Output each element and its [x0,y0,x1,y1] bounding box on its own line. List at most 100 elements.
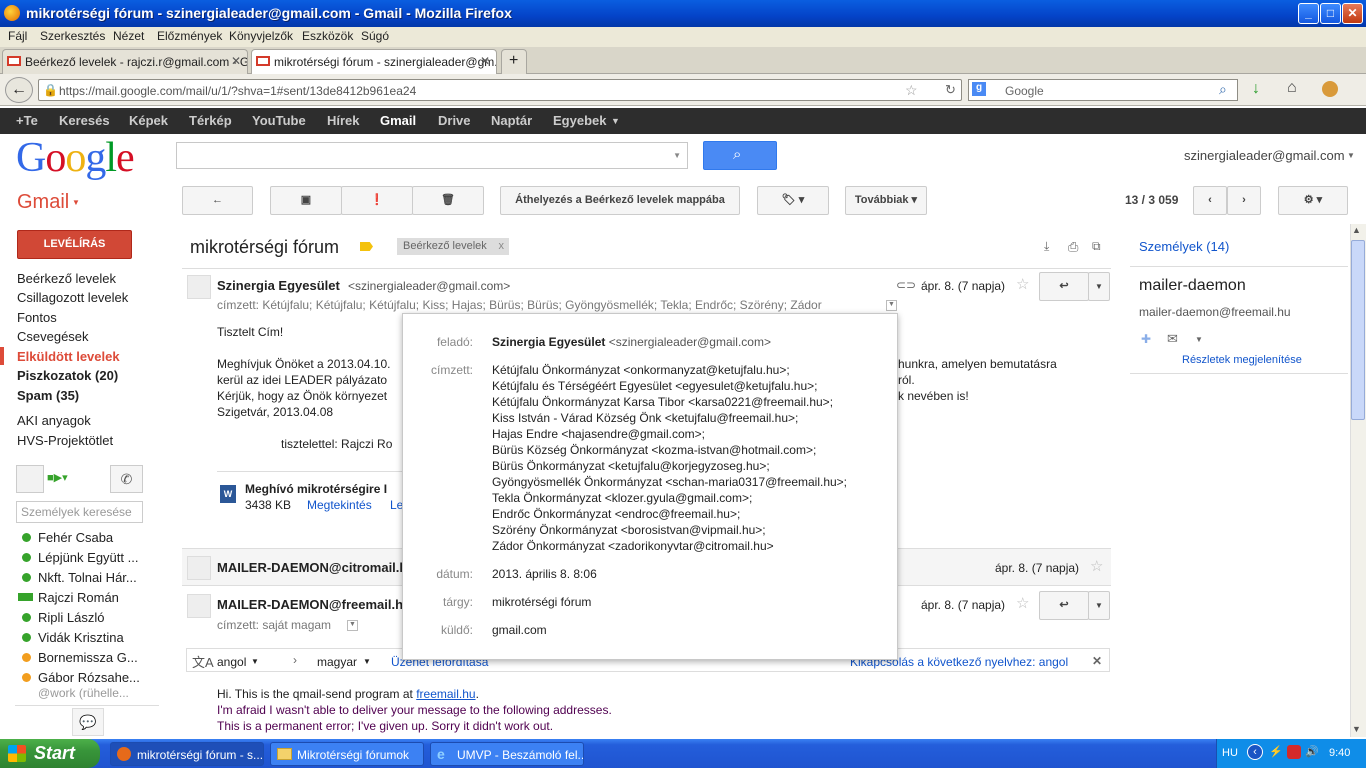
expand-all-icon[interactable]: ⤓ [1044,239,1049,254]
gbar-plus[interactable]: +Te [16,113,38,128]
clock[interactable]: 9:40 [1329,747,1350,759]
menu-help[interactable]: Súgó [361,29,389,43]
search-bar[interactable]: g Google ⌕ [968,79,1238,101]
new-tab-button[interactable]: + [501,49,527,74]
add-to-circles-icon[interactable]: ✚ [1141,332,1151,346]
newer-button[interactable]: ‹ [1193,186,1227,215]
contact-item[interactable]: Lépjünk Együtt ... [38,550,138,565]
more-actions-button[interactable]: ▼ [1088,591,1110,620]
sidebar-item-important[interactable]: Fontos [17,310,57,325]
report-spam-button[interactable]: ❗ [341,186,413,215]
tab-forum[interactable]: mikrotérségi fórum - szinergialeader@gm.… [251,49,497,74]
move-to-inbox-button[interactable]: Áthelyezés a Beérkező levelek mappába [500,186,740,215]
sidebar-item-spam[interactable]: Spam (35) [17,388,79,403]
menu-tools[interactable]: Eszközök [302,29,353,43]
reply-button[interactable]: ↩ [1039,591,1089,620]
star-icon[interactable]: ☆ [1016,594,1029,612]
scrollbar-thumb[interactable] [1351,240,1365,420]
show-details-icon[interactable]: ▼ [886,300,897,311]
contact-item[interactable]: Nkft. Tolnai Hár... [38,570,137,585]
sidebar-item-aki[interactable]: AKI anyagok [17,413,91,428]
sender-name[interactable]: MAILER-DAEMON@freemail.h [217,597,403,612]
reply-button[interactable]: ↩ [1039,272,1089,301]
home-icon[interactable]: ⌂ [1287,79,1297,97]
contact-item[interactable]: Bornemissza G... [38,650,138,665]
network-icon[interactable]: ⚡ [1269,745,1283,758]
taskbar-ie[interactable]: e UMVP - Beszámoló fel... [430,742,584,766]
chevron-down-icon[interactable]: ▼ [1347,151,1355,160]
gbar-drive[interactable]: Drive [438,113,471,128]
close-button[interactable]: ✕ [1342,3,1363,24]
close-tab-icon[interactable]: ✕ [231,54,241,68]
chat-bubble-icon[interactable]: 💬 [72,708,104,736]
sidebar-item-drafts[interactable]: Piszkozatok (20) [17,368,118,383]
menu-file[interactable]: Fájl [8,29,27,43]
sidebar-item-hvs[interactable]: HVS-Projektötlet [17,433,113,448]
tab-inbox[interactable]: Beérkező levelek - rajczi.r@gmail.com - … [2,49,248,74]
gbar-news[interactable]: Hírek [327,113,360,128]
print-icon[interactable]: ⎙ [1068,239,1078,255]
account-email[interactable]: szinergialeader@gmail.com [1184,148,1345,163]
freemail-link[interactable]: freemail.hu [416,687,475,701]
bookmark-star-icon[interactable]: ☆ [905,82,918,99]
mail-search-input[interactable]: ▼ [176,142,688,169]
chevron-down-icon[interactable]: ▼ [1195,335,1203,344]
show-details-link[interactable]: Részletek megjelenítése [1182,354,1302,366]
gbar-youtube[interactable]: YouTube [252,113,306,128]
maximize-button[interactable]: □ [1320,3,1341,24]
search-button[interactable]: ⌕ [703,141,777,170]
minimize-button[interactable]: _ [1298,3,1319,24]
language-indicator[interactable]: HU [1222,747,1238,759]
chevron-down-icon[interactable]: ▼ [673,151,681,160]
chevron-left-icon[interactable]: ‹ [1247,744,1263,760]
menu-edit[interactable]: Szerkesztés [40,29,105,43]
show-details-icon[interactable]: ▼ [347,620,358,631]
settings-button[interactable]: ⚙ ▾ [1278,186,1348,215]
star-icon[interactable]: ☆ [1016,275,1029,293]
close-tab-icon[interactable]: ✕ [480,54,490,68]
download-icon[interactable]: ↓ [1252,80,1260,98]
people-search-input[interactable]: Személyek keresése [16,501,143,523]
contact-item[interactable]: Gábor Rózsahe... [38,670,140,685]
sidebar-item-inbox[interactable]: Beérkező levelek [17,271,116,286]
labels-button[interactable]: 🏷 ▾ [757,186,829,215]
view-attachment-link[interactable]: Megtekintés [307,498,372,512]
more-actions-button[interactable]: ▼ [1088,272,1110,301]
video-status-icon[interactable]: ■▶▾ [47,471,68,484]
gbar-calendar[interactable]: Naptár [491,113,532,128]
avatar[interactable] [16,465,44,493]
sidebar-item-starred[interactable]: Csillagozott levelek [17,290,128,305]
contact-item[interactable]: Fehér Csaba [38,530,113,545]
archive-button[interactable]: ▣ [270,186,342,215]
reload-icon[interactable]: ↻ [945,82,956,98]
addon-icon[interactable] [1322,81,1338,97]
menu-bookmarks[interactable]: Könyvjelzők [229,29,293,43]
start-button[interactable]: Start [0,739,100,768]
search-icon[interactable]: ⌕ [1219,81,1227,98]
more-button[interactable]: Továbbiak ▾ [845,186,927,215]
gbar-gmail[interactable]: Gmail [380,113,416,128]
back-icon[interactable]: ← [5,77,33,103]
taskbar-firefox[interactable]: mikrotérségi fórum - s... [110,742,264,766]
sender-name[interactable]: MAILER-DAEMON@citromail.h [217,560,407,575]
volume-icon[interactable]: 🔊 [1305,745,1319,758]
gbar-search[interactable]: Keresés [59,113,110,128]
gmail-menu[interactable]: Gmail [17,191,69,214]
taskbar-folder[interactable]: Mikrotérségi fórumok [270,742,424,766]
sender-name[interactable]: Szinergia Egyesület [217,278,340,293]
star-icon[interactable]: ☆ [1090,557,1103,575]
importance-marker-icon[interactable] [360,242,373,251]
phone-icon[interactable]: ✆ [110,465,143,493]
menu-view[interactable]: Nézet [113,29,144,43]
gbar-maps[interactable]: Térkép [189,113,232,128]
scroll-up-icon[interactable]: ▲ [1352,225,1361,235]
contact-item[interactable]: Ripli László [38,610,104,625]
gbar-images[interactable]: Képek [129,113,168,128]
label-chip[interactable]: Beérkező levelek x [397,238,509,255]
sidebar-item-chats[interactable]: Csevegések [17,329,89,344]
back-to-list-button[interactable]: ← [182,186,253,215]
antivirus-icon[interactable] [1287,745,1301,759]
sidebar-item-sent[interactable]: Elküldött levelek [17,349,120,364]
delete-button[interactable]: 🗑 [412,186,484,215]
close-icon[interactable]: ✕ [1092,654,1102,668]
